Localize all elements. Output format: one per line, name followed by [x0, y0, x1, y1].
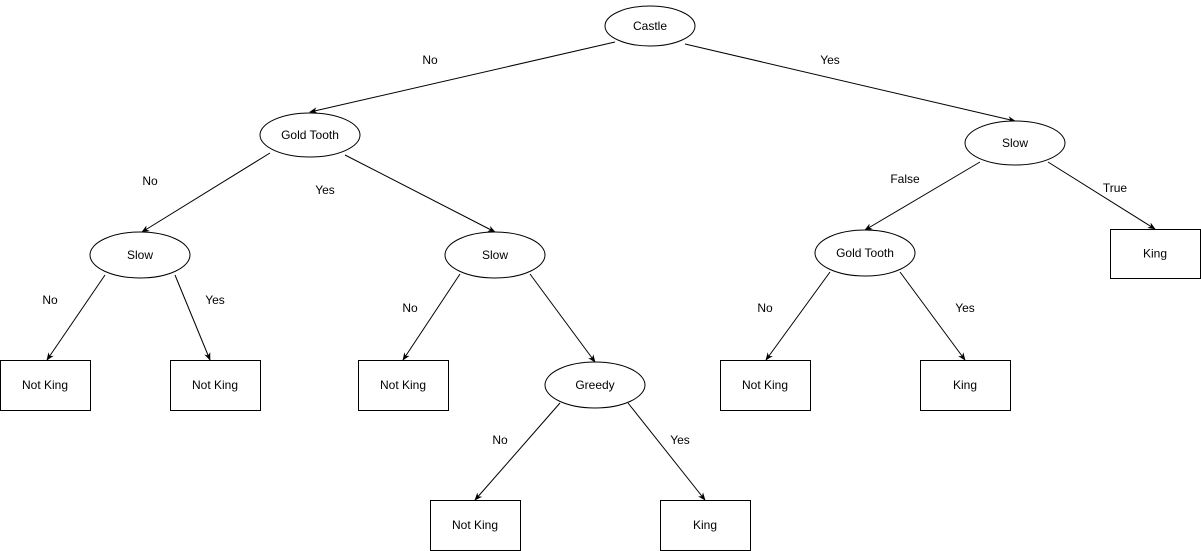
- edge-gold-tooth-right-to-not-king-4: [765, 271, 831, 361]
- edge-label: Yes: [670, 433, 690, 447]
- node-not-king-5: Not King: [430, 500, 521, 551]
- edge-castle-to-gold-tooth-left: [309, 41, 616, 114]
- edge-greedy-to-not-king-5: [474, 402, 561, 501]
- edge-gold-tooth-left-to-slow-left: [141, 152, 271, 233]
- edge-label: No: [757, 301, 773, 315]
- node-not-king-4: Not King: [720, 360, 811, 411]
- edge-label: Yes: [955, 301, 975, 315]
- node-slow-right: Slow: [964, 120, 1066, 166]
- edge-label: True: [1103, 181, 1128, 195]
- node-label: Slow: [127, 248, 153, 262]
- edge-label: Yes: [315, 183, 335, 197]
- node-slow-middle: Slow: [444, 231, 546, 279]
- node-label: Not King: [380, 378, 426, 392]
- edge-slow-right-to-gold-tooth-right: [864, 161, 981, 231]
- node-label: Not King: [742, 378, 788, 392]
- edge-slow-middle-to-not-king-3: [402, 273, 461, 361]
- node-label: Castle: [633, 19, 667, 33]
- edge-slow-middle-to-greedy: [529, 273, 596, 363]
- node-label: King: [953, 378, 977, 392]
- node-castle: Castle: [604, 5, 696, 47]
- edge-gold-tooth-left-to-slow-middle: [344, 154, 496, 233]
- node-label: Greedy: [575, 378, 614, 392]
- node-label: Slow: [1002, 136, 1028, 150]
- edge-label: Yes: [820, 53, 840, 67]
- node-label: Gold Tooth: [281, 128, 339, 142]
- node-not-king-3: Not King: [358, 360, 449, 411]
- edge-greedy-to-king-bottom: [627, 402, 706, 501]
- node-label: Not King: [22, 378, 68, 392]
- edge-label: No: [142, 174, 158, 188]
- node-greedy: Greedy: [544, 361, 646, 409]
- node-king-bottom: King: [660, 500, 751, 551]
- node-not-king-1: Not King: [0, 360, 91, 411]
- node-gold-tooth-right: Gold Tooth: [814, 229, 916, 277]
- decision-tree-diagram: No Yes No Yes False True No Yes No No Yes No Yes Cas…: [0, 5, 1201, 551]
- edge-label: No: [492, 433, 508, 447]
- edge-slow-right-to-king-top-right: [1047, 161, 1156, 230]
- edge-slow-left-to-not-king-2: [174, 274, 211, 361]
- node-gold-tooth-left: Gold Tooth: [259, 112, 361, 158]
- node-label: Not King: [192, 378, 238, 392]
- edge-label: Yes: [205, 293, 225, 307]
- edge-castle-to-slow-right: [684, 43, 1016, 123]
- node-label: Gold Tooth: [836, 246, 894, 260]
- node-label: Not King: [452, 518, 498, 532]
- node-king-top-right: King: [1110, 229, 1201, 279]
- node-label: King: [693, 518, 717, 532]
- edge-label: No: [42, 293, 58, 307]
- node-slow-left: Slow: [89, 231, 191, 279]
- node-label: Slow: [482, 248, 508, 262]
- node-label: King: [1143, 247, 1167, 261]
- edge-gold-tooth-right-to-king-right: [899, 271, 966, 361]
- node-not-king-2: Not King: [170, 360, 261, 411]
- edge-slow-left-to-not-king-1: [46, 274, 106, 361]
- edge-label: No: [402, 301, 418, 315]
- node-king-right: King: [920, 360, 1011, 411]
- edge-label: No: [422, 53, 438, 67]
- edge-label: False: [890, 172, 920, 186]
